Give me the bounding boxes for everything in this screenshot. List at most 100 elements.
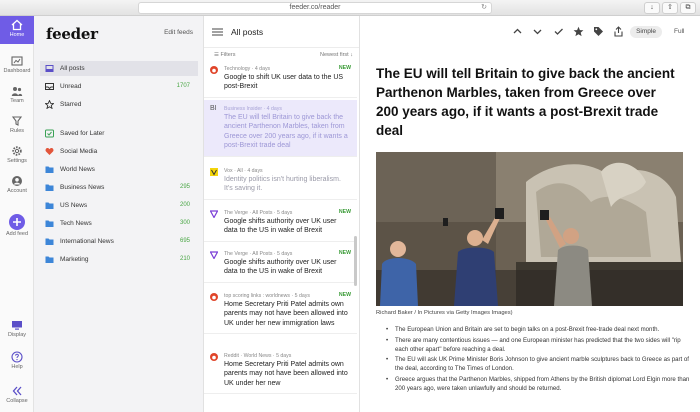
the-verge-icon (210, 210, 218, 218)
rail-home-label: Home (9, 32, 25, 38)
article-title: Google to shift UK user data to the US p… (224, 74, 344, 91)
rail-home[interactable]: Home (0, 16, 34, 44)
business-insider-icon: BI (210, 105, 217, 112)
folder-icon (45, 202, 54, 209)
checkmark-icon[interactable] (553, 26, 564, 37)
star-icon[interactable] (573, 26, 584, 37)
address-bar[interactable]: feeder.co/reader ↻ (138, 2, 492, 14)
feed-count: 695 (179, 238, 190, 244)
sidebar-item-label: Saved for Later (60, 130, 105, 137)
sidebar-item-label: International News (60, 238, 114, 245)
browser-toolbar: feeder.co/reader ↻ ↓ ⇧ ⧉ (0, 0, 700, 16)
article-title: Home Secretary Priti Patel admits own pa… (224, 361, 348, 387)
simple-view-button[interactable]: Simple (630, 26, 662, 38)
rail-dashboard-label: Dashboard (3, 68, 31, 74)
sidebar-item-business-news[interactable]: Business News 295 (40, 180, 198, 195)
sidebar-item-unread[interactable]: Unread 1707 (40, 79, 198, 94)
sidebar-item-saved-for-later[interactable]: Saved for Later (40, 126, 198, 141)
summary-bullet: Greece argues that the Parthenon Marbles… (386, 376, 692, 394)
heart-icon (45, 147, 54, 155)
photo-caption: Richard Baker / In Pictures via Getty Im… (376, 310, 513, 316)
menu-icon[interactable] (212, 28, 223, 36)
full-view-button[interactable]: Full (674, 26, 684, 38)
article-title: Home Secretary Priti Patel admits own pa… (224, 301, 348, 327)
rail-add-feed[interactable]: Add feed (0, 214, 34, 242)
rail-display-label: Display (7, 332, 27, 338)
rail-collapse-label: Collapse (6, 398, 28, 404)
rail-display[interactable]: Display (0, 316, 34, 344)
app-logo: feeder (46, 25, 98, 43)
new-badge: NEW (338, 209, 351, 215)
feed-count: 300 (179, 220, 190, 226)
feed-count: 295 (179, 184, 190, 190)
sidebar-item-label: World News (60, 166, 95, 173)
download-icon[interactable]: ↓ (644, 2, 660, 14)
sidebar-item-us-news[interactable]: US News 200 (40, 198, 198, 213)
rail-account[interactable]: Account (0, 172, 34, 200)
sidebar-item-label: All posts (60, 65, 85, 72)
sort-dropdown[interactable]: Newest first ↓ (320, 52, 353, 58)
article-source: Vox · All · 4 days (224, 168, 263, 174)
sidebar-item-tech-news[interactable]: Tech News 300 (40, 216, 198, 231)
list-item[interactable]: top scoring links : worldnews · 5 days N… (204, 287, 357, 335)
reload-icon[interactable]: ↻ (481, 3, 487, 13)
sidebar-item-label: Business News (60, 184, 105, 191)
rail-rules[interactable]: Rules (0, 112, 34, 140)
article-list-scrollbar[interactable] (354, 236, 357, 286)
sidebar-item-international-news[interactable]: International News 695 (40, 234, 198, 249)
article-photo (376, 152, 683, 306)
tabs-icon[interactable]: ⧉ (680, 2, 696, 14)
list-item[interactable]: The Verge · All Posts · 5 days NEW Googl… (204, 204, 357, 242)
summary-bullet: There are many contentious issues — and … (386, 337, 692, 355)
new-badge: NEW (338, 250, 351, 256)
rail-rules-label: Rules (9, 128, 25, 134)
summary-bullet: The EU will ask UK Prime Minister Boris … (386, 356, 692, 374)
sidebar-item-label: Unread (60, 83, 82, 90)
rail-settings[interactable]: Settings (0, 142, 34, 170)
share-icon[interactable] (613, 26, 624, 37)
sidebar-item-label: US News (60, 202, 88, 209)
rail-team-label: Team (10, 98, 24, 104)
rail-collapse[interactable]: Collapse (0, 382, 34, 410)
list-item[interactable]: Vox · All · 4 days Identity politics isn… (204, 162, 357, 200)
sidebar-item-marketing[interactable]: Marketing 210 (40, 252, 198, 267)
sidebar-item-social-media[interactable]: Social Media (40, 144, 198, 159)
help-icon (11, 351, 23, 363)
article-source: Technology · 4 days (224, 66, 271, 72)
plus-icon (9, 214, 25, 230)
share-icon[interactable]: ⇧ (662, 2, 678, 14)
filters-button[interactable]: ☰ Filters (214, 52, 235, 58)
article-title: Google shifts authority over UK user dat… (224, 259, 337, 276)
list-item-selected[interactable]: BI Business Insider · 4 days The EU will… (204, 100, 357, 157)
rules-icon (11, 116, 23, 126)
unread-icon (45, 83, 54, 90)
display-icon (12, 321, 22, 330)
sidebar-item-label: Tech News (60, 220, 92, 227)
chevron-down-icon[interactable] (532, 26, 543, 37)
tag-icon[interactable] (593, 26, 604, 37)
article-list-title: All posts (231, 27, 264, 37)
list-item[interactable]: Technology · 4 days NEW Google to shift … (204, 60, 357, 98)
team-icon (11, 87, 23, 96)
reddit-icon (210, 353, 218, 361)
chevron-up-icon[interactable] (512, 26, 523, 37)
rail-add-feed-label: Add feed (5, 231, 29, 237)
star-icon (45, 100, 54, 109)
article-reader: Simple Full The EU will tell Britain to … (360, 16, 700, 412)
list-item[interactable]: Reddit · World News · 5 days Home Secret… (204, 347, 357, 395)
article-source: The Verge · All Posts · 5 days (224, 210, 293, 216)
article-title: Google shifts authority over UK user dat… (224, 218, 337, 235)
article-source: Business Insider · 4 days (224, 106, 282, 112)
folder-icon (45, 238, 54, 245)
edit-feeds-link[interactable]: Edit feeds (164, 29, 193, 36)
rail-team[interactable]: Team (0, 82, 34, 110)
list-item[interactable]: The Verge · All Posts · 5 days NEW Googl… (204, 245, 357, 283)
rail-help[interactable]: Help (0, 348, 34, 376)
sidebar-item-world-news[interactable]: World News (40, 162, 198, 177)
sidebar-item-label: Starred (60, 101, 82, 108)
folder-icon (45, 256, 54, 263)
rail-dashboard[interactable]: Dashboard (0, 52, 34, 80)
sidebar-item-all-posts[interactable]: All posts (40, 61, 198, 76)
sidebar-item-starred[interactable]: Starred (40, 97, 198, 112)
gear-icon (12, 146, 22, 156)
